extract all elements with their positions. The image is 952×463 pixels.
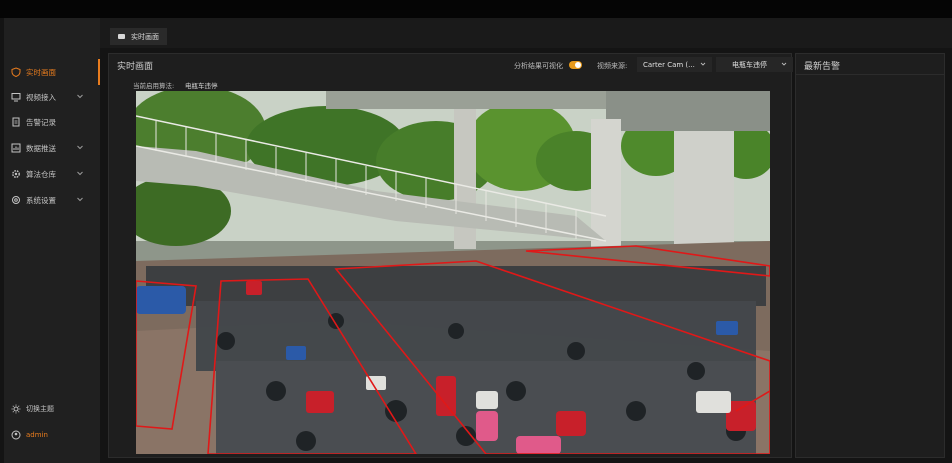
username: admin xyxy=(26,431,48,439)
top-bar xyxy=(0,0,952,18)
panel-title: 实时画面 xyxy=(117,62,154,72)
alerts-panel: 最新告警 xyxy=(795,53,945,458)
chevron-down-icon xyxy=(700,61,706,67)
source-select[interactable]: Carter Cam (... xyxy=(637,57,712,72)
alerts-list xyxy=(796,74,944,458)
chevron-down-icon xyxy=(76,195,84,203)
shield-icon xyxy=(11,67,21,77)
source-value: Carter Cam (... xyxy=(643,60,695,69)
algorithm-select[interactable]: 电瓶车违停 xyxy=(716,57,793,72)
chevron-down-icon xyxy=(76,92,84,100)
sidebar-item-algorithm-store[interactable]: 算法仓库 xyxy=(4,161,100,187)
realtime-panel: 实时画面 分析结果可视化 视频来源: Carter Cam (... 电瓶车违停… xyxy=(108,53,793,458)
switch-theme-label: 切换主题 xyxy=(26,405,54,413)
current-algorithm-value: 电瓶车违停 xyxy=(185,82,218,90)
user-icon xyxy=(11,430,21,440)
visualize-toggle[interactable] xyxy=(569,61,582,69)
sidebar-item-label: 告警记录 xyxy=(26,117,56,127)
chevron-down-icon xyxy=(76,169,84,177)
alerts-title: 最新告警 xyxy=(804,62,841,72)
sidebar-item-realtime[interactable]: 实时画面 xyxy=(4,59,100,85)
camera-frame xyxy=(136,91,770,454)
visualize-label: 分析结果可视化 xyxy=(514,62,563,70)
tab-realtime[interactable]: 实时画面 xyxy=(110,28,167,45)
document-icon xyxy=(11,117,21,127)
gear-icon xyxy=(11,169,21,179)
video-feed[interactable] xyxy=(136,91,770,454)
sidebar-item-label: 算法仓库 xyxy=(26,169,56,179)
current-algorithm-label: 当前启用算法: xyxy=(133,82,175,90)
sidebar-item-label: 系统设置 xyxy=(26,195,56,205)
tab-label: 实时画面 xyxy=(131,32,159,41)
sidebar-item-label: 视频接入 xyxy=(26,92,56,102)
switch-theme-button[interactable]: 切换主题 xyxy=(11,404,54,414)
source-label: 视频来源: xyxy=(597,62,628,70)
settings-icon xyxy=(11,195,21,205)
sidebar-item-data-push[interactable]: 数据推送 xyxy=(4,135,100,161)
camera-icon xyxy=(118,34,125,39)
chart-icon xyxy=(11,143,21,153)
tab-bar: 实时画面 xyxy=(100,18,952,48)
user-menu[interactable]: admin xyxy=(11,430,48,440)
monitor-icon xyxy=(11,92,21,102)
chevron-down-icon xyxy=(76,143,84,151)
sidebar-item-video-access[interactable]: 视频接入 xyxy=(4,84,100,110)
sidebar: 实时画面 视频接入 告警记录 数据推送 算法仓库 系统设置 切换主题 admin xyxy=(4,18,100,463)
sidebar-item-label: 实时画面 xyxy=(26,67,56,77)
chevron-down-icon xyxy=(781,61,787,67)
sidebar-item-system-settings[interactable]: 系统设置 xyxy=(4,187,100,213)
sidebar-item-alarm-records[interactable]: 告警记录 xyxy=(4,109,100,135)
sidebar-item-label: 数据推送 xyxy=(26,143,56,153)
algorithm-value: 电瓶车违停 xyxy=(732,60,767,69)
sun-icon xyxy=(11,404,21,414)
